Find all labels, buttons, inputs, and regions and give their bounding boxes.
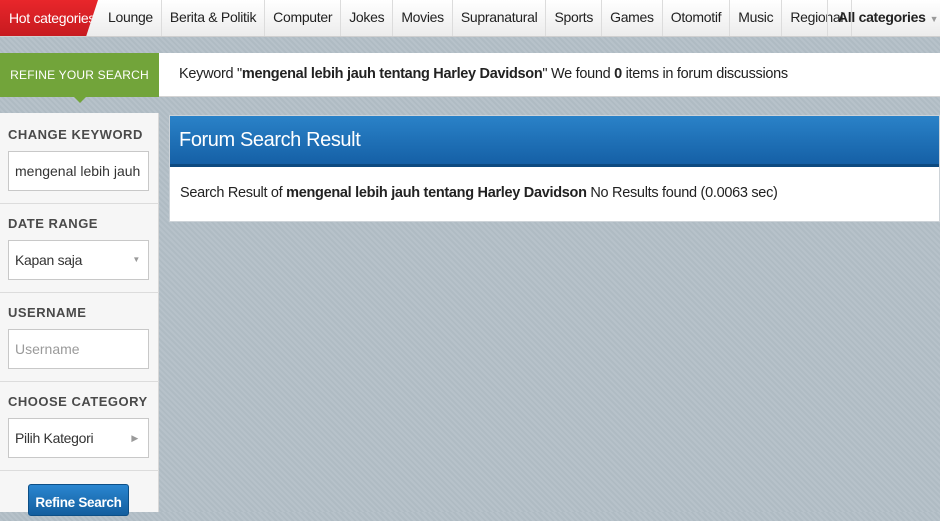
nav-item-lounge[interactable]: Lounge <box>100 0 162 36</box>
keyword-suffix: " We found <box>542 66 615 82</box>
refine-search-button[interactable]: Refine Search <box>28 484 129 516</box>
results-keyword: mengenal lebih jauh tentang Harley David… <box>286 185 587 201</box>
username-field[interactable] <box>8 329 149 369</box>
nav-item-movies[interactable]: Movies <box>393 0 453 36</box>
refine-search-tab: REFINE YOUR SEARCH <box>0 53 159 103</box>
search-results-panel: Forum Search Result Search Result of men… <box>169 115 940 222</box>
category-title: CHOOSE CATEGORY <box>8 394 148 409</box>
change-keyword-section: CHANGE KEYWORD <box>0 113 159 204</box>
result-count: 0 <box>614 66 622 82</box>
nav-item-computer[interactable]: Computer <box>265 0 342 36</box>
count-suffix: items in forum discussions <box>621 66 789 82</box>
username-title: USERNAME <box>8 305 87 320</box>
date-range-title: DATE RANGE <box>8 216 98 231</box>
chevron-down-icon: ▼ <box>132 255 140 264</box>
category-select[interactable]: Pilih Kategori ▶ <box>8 418 149 458</box>
keyword-prefix: Keyword " <box>179 66 242 82</box>
keyword-field[interactable] <box>8 151 149 191</box>
hot-categories-tab[interactable]: Hot categories <box>0 0 98 36</box>
username-section: USERNAME <box>0 293 159 382</box>
category-section: CHOOSE CATEGORY Pilih Kategori ▶ <box>0 382 159 471</box>
nav-item-games[interactable]: Games <box>602 0 663 36</box>
nav-item-supranatural[interactable]: Supranatural <box>453 0 547 36</box>
date-range-select[interactable]: Kapan saja ▼ <box>8 240 149 280</box>
top-navigation: Hot categories Lounge Berita & Politik C… <box>0 0 940 37</box>
nav-item-otomotif[interactable]: Otomotif <box>663 0 731 36</box>
all-categories-dropdown[interactable]: All categories ▼ <box>827 0 940 36</box>
chevron-down-icon: ▼ <box>929 14 939 24</box>
nav-item-jokes[interactable]: Jokes <box>341 0 394 36</box>
nav-item-music[interactable]: Music <box>730 0 783 36</box>
results-prefix: Search Result of <box>180 185 287 201</box>
username-input[interactable] <box>15 330 143 368</box>
keyword-summary: Keyword "mengenal lebih jauh tentang Har… <box>159 53 940 97</box>
results-title: Forum Search Result <box>170 116 939 167</box>
category-value: Pilih Kategori <box>15 430 94 446</box>
all-categories-label: All categories <box>838 9 926 25</box>
results-suffix: No Results found (0.0063 sec) <box>586 185 778 201</box>
category-nav-list: Lounge Berita & Politik Computer Jokes M… <box>100 0 853 36</box>
nav-item-berita-politik[interactable]: Berita & Politik <box>162 0 266 36</box>
refine-sidebar: CHANGE KEYWORD DATE RANGE Kapan saja ▼ US… <box>0 113 159 512</box>
nav-item-sports[interactable]: Sports <box>546 0 603 36</box>
date-range-value: Kapan saja <box>15 252 83 268</box>
date-range-section: DATE RANGE Kapan saja ▼ <box>0 204 159 293</box>
keyword-text: mengenal lebih jauh tentang Harley David… <box>241 66 543 82</box>
keyword-input[interactable] <box>15 152 143 190</box>
results-summary: Search Result of mengenal lebih jauh ten… <box>180 185 778 201</box>
chevron-right-icon: ▶ <box>131 433 138 443</box>
change-keyword-title: CHANGE KEYWORD <box>8 127 143 142</box>
